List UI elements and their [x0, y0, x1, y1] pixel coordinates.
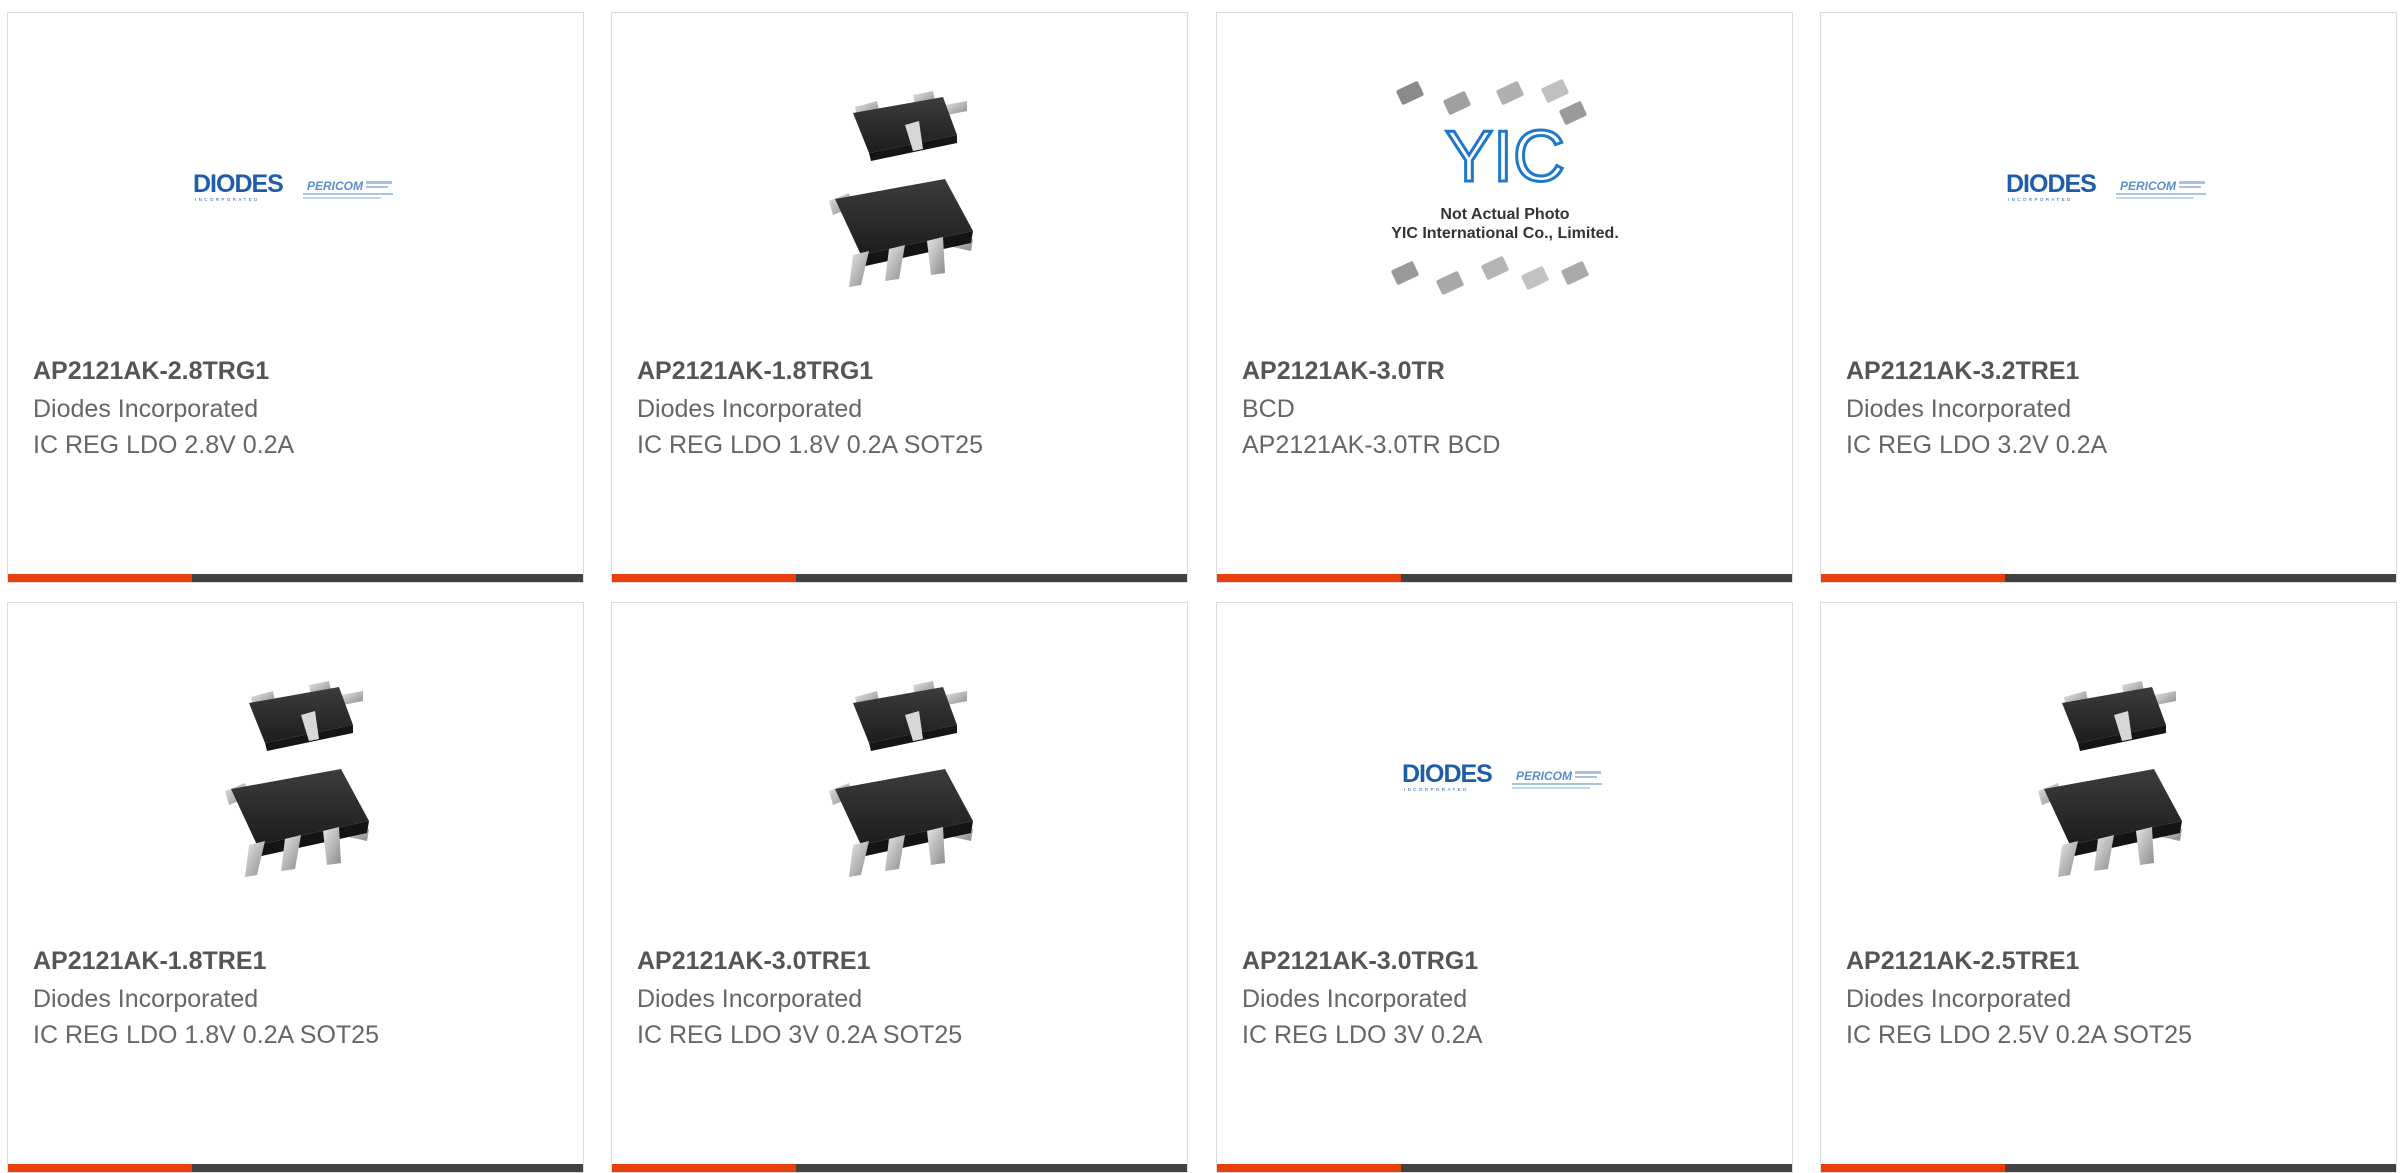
- product-description: IC REG LDO 3.2V 0.2A: [1846, 431, 2108, 459]
- product-image[interactable]: DIODES INCORPORATED PERICOM: [1217, 603, 1792, 953]
- card-accent-bar: [8, 1164, 192, 1172]
- product-card[interactable]: YIC Not Actual Photo YIC International C…: [1216, 12, 1793, 583]
- product-description: IC REG LDO 2.5V 0.2A SOT25: [1846, 1021, 2192, 1049]
- product-image[interactable]: [612, 13, 1187, 363]
- card-bottom-bar: [1821, 1164, 2396, 1172]
- sot25-package-image: [2037, 681, 2182, 877]
- manufacturer-name: Diodes Incorporated: [637, 985, 863, 1013]
- svg-text:YIC International Co., Limited: YIC International Co., Limited.: [1391, 225, 1619, 242]
- diodes-pericom-logo: DIODES INCORPORATED PERICOM: [2006, 170, 2206, 202]
- svg-text:PERICOM: PERICOM: [307, 179, 364, 193]
- product-image[interactable]: [1821, 603, 2396, 953]
- product-description: IC REG LDO 3V 0.2A SOT25: [637, 1021, 963, 1049]
- product-image[interactable]: DIODES INCORPORATED PERICOM: [1821, 13, 2396, 363]
- part-number-link[interactable]: AP2121AK-2.8TRG1: [33, 357, 269, 386]
- manufacturer-name: Diodes Incorporated: [1242, 985, 1468, 1013]
- svg-text:PERICOM: PERICOM: [2120, 179, 2177, 193]
- part-number-link[interactable]: AP2121AK-1.8TRE1: [33, 947, 266, 976]
- card-accent-bar: [1217, 1164, 1401, 1172]
- sot25-package-image: [828, 91, 973, 287]
- card-bottom-bar: [612, 574, 1187, 582]
- manufacturer-name: Diodes Incorporated: [1846, 395, 2072, 423]
- sot25-package-image: [828, 681, 973, 877]
- product-description: IC REG LDO 1.8V 0.2A SOT25: [637, 431, 983, 459]
- product-description: AP2121AK-3.0TR BCD: [1242, 431, 1501, 459]
- product-card[interactable]: AP2121AK-1.8TRE1 Diodes Incorporated IC …: [7, 602, 584, 1173]
- manufacturer-name: Diodes Incorporated: [33, 985, 259, 1013]
- card-accent-bar: [1821, 574, 2005, 582]
- product-image[interactable]: DIODES INCORPORATED PERICOM: [8, 13, 583, 363]
- product-image[interactable]: [612, 603, 1187, 953]
- card-accent-bar: [8, 574, 192, 582]
- product-image[interactable]: YIC Not Actual Photo YIC International C…: [1217, 13, 1792, 363]
- product-card[interactable]: AP2121AK-2.5TRE1 Diodes Incorporated IC …: [1820, 602, 2397, 1173]
- card-bottom-bar: [1217, 1164, 1792, 1172]
- diodes-pericom-logo: DIODES INCORPORATED PERICOM: [1402, 760, 1602, 792]
- part-number-link[interactable]: AP2121AK-3.0TRE1: [637, 947, 870, 976]
- sot25-package-image: [224, 681, 369, 877]
- yic-logo: YIC: [1444, 117, 1564, 197]
- part-number-link[interactable]: AP2121AK-3.0TR: [1242, 357, 1445, 386]
- svg-text:INCORPORATED: INCORPORATED: [2008, 197, 2073, 202]
- product-description: IC REG LDO 2.8V 0.2A: [33, 431, 295, 459]
- svg-text:DIODES: DIODES: [193, 170, 283, 198]
- part-number-link[interactable]: AP2121AK-1.8TRG1: [637, 357, 873, 386]
- svg-text:DIODES: DIODES: [2006, 170, 2096, 198]
- product-description: IC REG LDO 1.8V 0.2A SOT25: [33, 1021, 379, 1049]
- not-actual-photo-placeholder: YIC Not Actual Photo YIC International C…: [1391, 79, 1619, 295]
- product-image[interactable]: [8, 603, 583, 953]
- card-bottom-bar: [8, 574, 583, 582]
- svg-text:DIODES: DIODES: [1402, 760, 1492, 788]
- card-bottom-bar: [612, 1164, 1187, 1172]
- svg-text:PERICOM: PERICOM: [1516, 769, 1573, 783]
- manufacturer-name: BCD: [1242, 395, 1295, 423]
- part-number-link[interactable]: AP2121AK-3.0TRG1: [1242, 947, 1478, 976]
- manufacturer-name: Diodes Incorporated: [33, 395, 259, 423]
- product-card[interactable]: AP2121AK-1.8TRG1 Diodes Incorporated IC …: [611, 12, 1188, 583]
- card-bottom-bar: [1217, 574, 1792, 582]
- card-accent-bar: [612, 1164, 796, 1172]
- svg-text:INCORPORATED: INCORPORATED: [1404, 787, 1469, 792]
- card-accent-bar: [612, 574, 796, 582]
- card-accent-bar: [1821, 1164, 2005, 1172]
- manufacturer-name: Diodes Incorporated: [1846, 985, 2072, 1013]
- svg-text:Not Actual Photo: Not Actual Photo: [1440, 206, 1569, 223]
- product-card[interactable]: DIODES INCORPORATED PERICOM AP2121AK-3.0…: [1216, 602, 1793, 1173]
- card-accent-bar: [1217, 574, 1401, 582]
- product-card[interactable]: DIODES INCORPORATED PERICOM AP2121AK-2.8…: [7, 12, 584, 583]
- product-card[interactable]: AP2121AK-3.0TRE1 Diodes Incorporated IC …: [611, 602, 1188, 1173]
- part-number-link[interactable]: AP2121AK-2.5TRE1: [1846, 947, 2079, 976]
- product-grid: DIODES INCORPORATED PERICOM AP2121AK-2.8…: [0, 0, 2400, 1173]
- product-description: IC REG LDO 3V 0.2A: [1242, 1021, 1483, 1049]
- part-number-link[interactable]: AP2121AK-3.2TRE1: [1846, 357, 2079, 386]
- manufacturer-name: Diodes Incorporated: [637, 395, 863, 423]
- diodes-pericom-logo: DIODES INCORPORATED PERICOM: [193, 170, 393, 202]
- card-bottom-bar: [8, 1164, 583, 1172]
- card-bottom-bar: [1821, 574, 2396, 582]
- product-card[interactable]: DIODES INCORPORATED PERICOM AP2121AK-3.2…: [1820, 12, 2397, 583]
- svg-text:INCORPORATED: INCORPORATED: [195, 197, 260, 202]
